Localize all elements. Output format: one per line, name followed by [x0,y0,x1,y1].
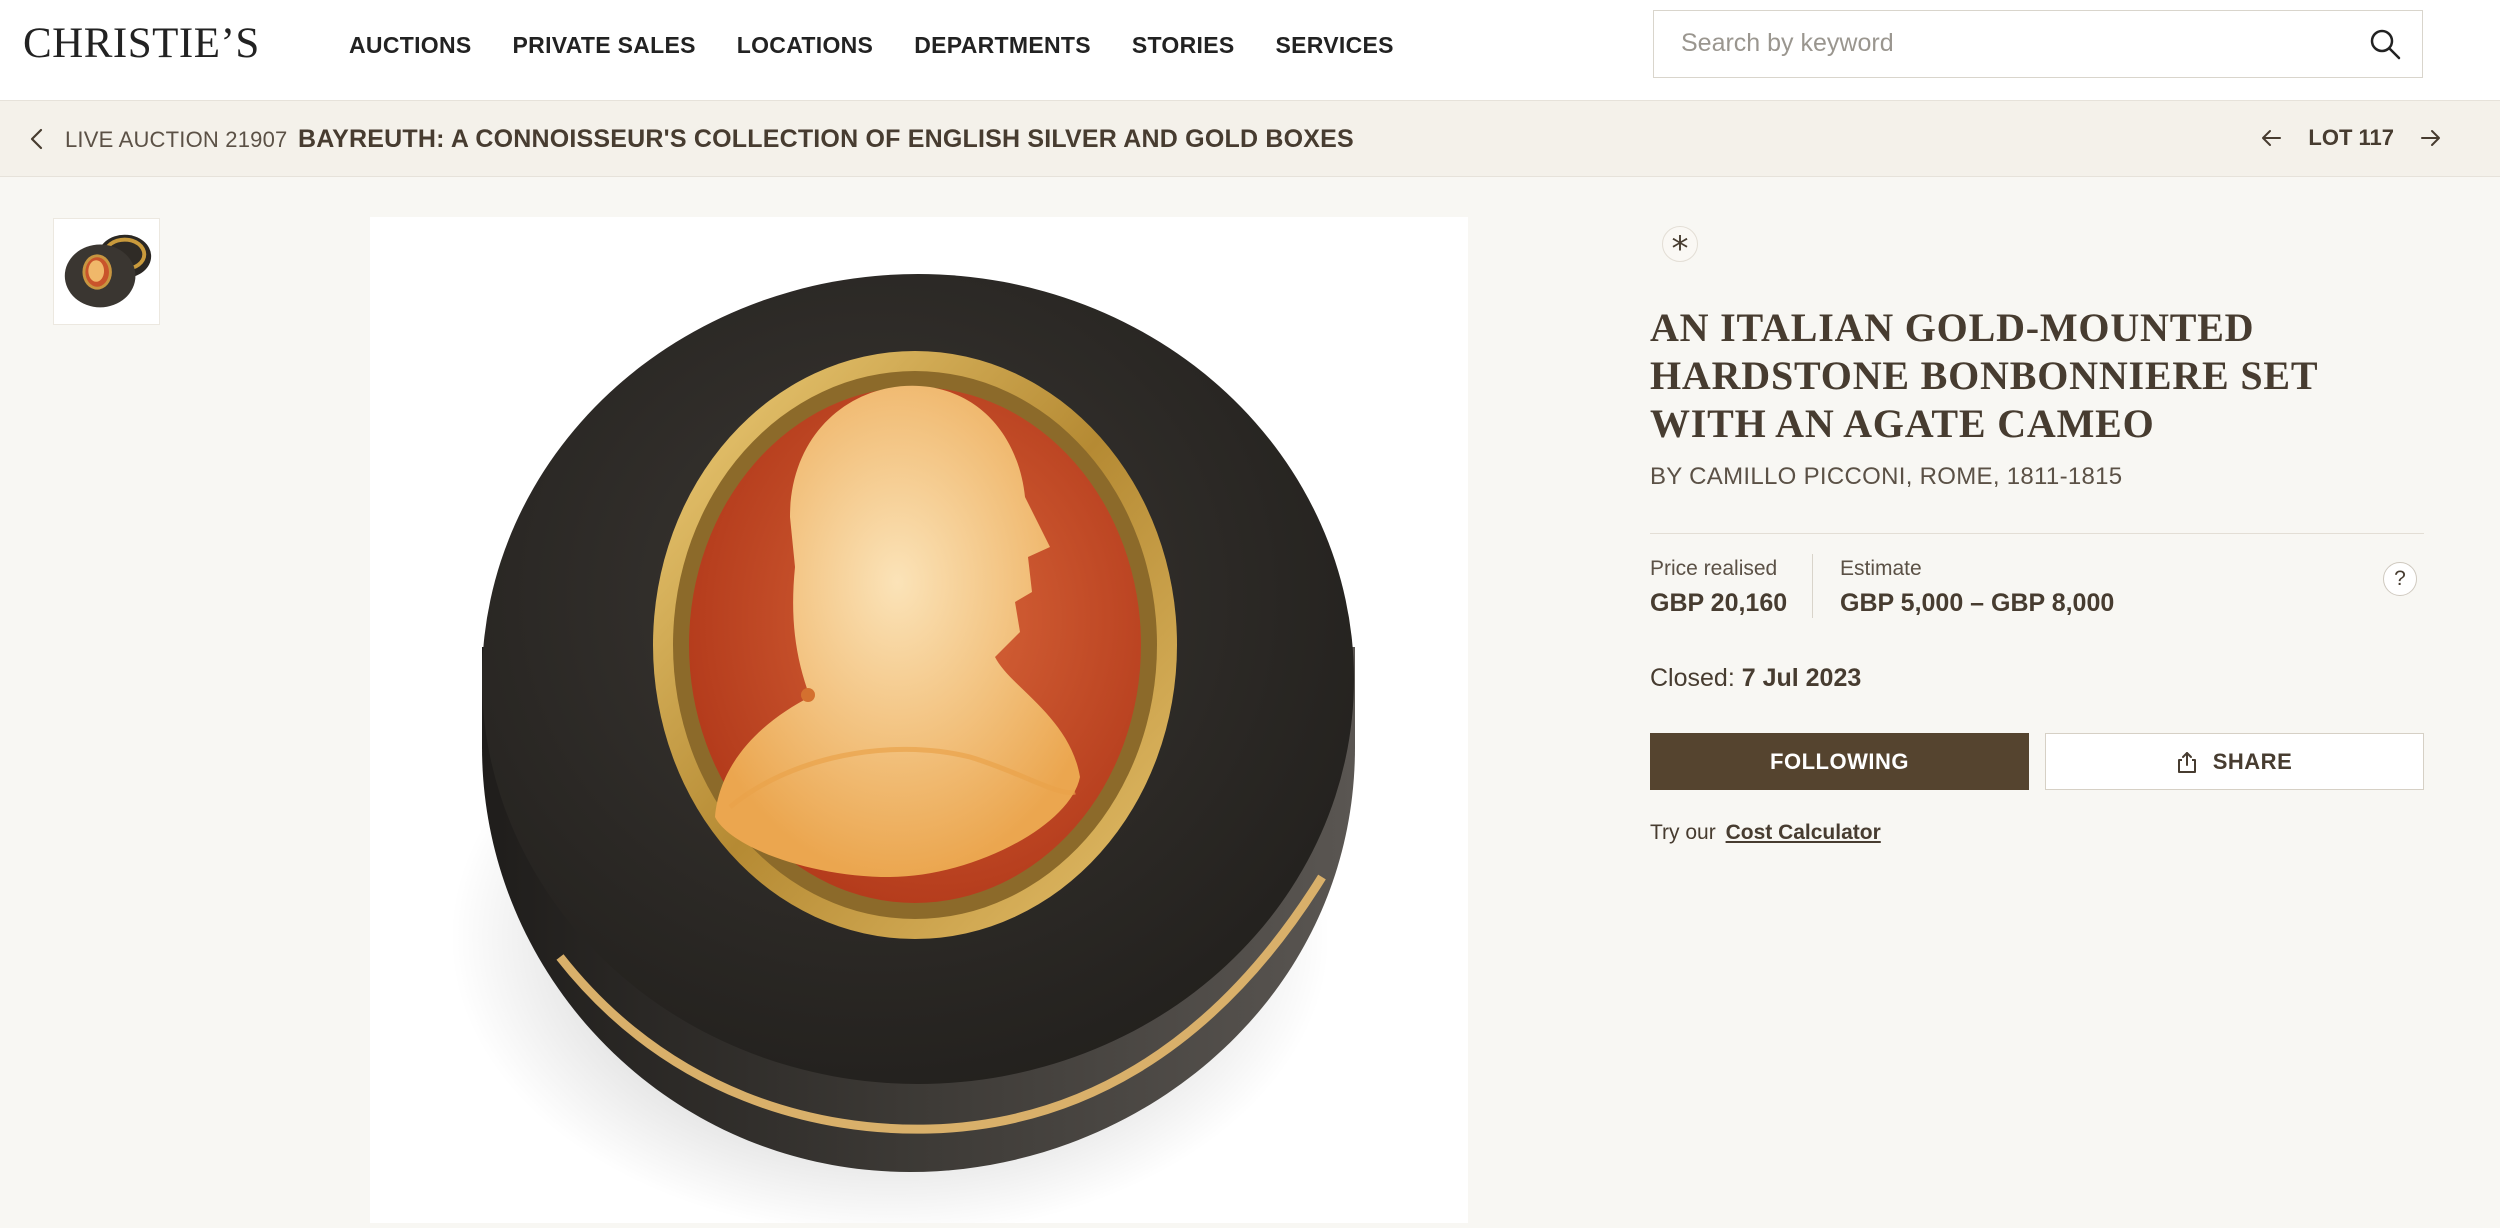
nav-services[interactable]: SERVICES [1276,30,1394,60]
lot-symbol-badge[interactable]: * [1662,226,1698,269]
chevron-left-icon[interactable] [26,127,48,151]
nav-locations[interactable]: LOCATIONS [737,30,873,60]
following-button[interactable]: FOLLOWING [1650,733,2029,790]
lot-title: AN ITALIAN GOLD-MOUNTED HARDSTONE BONBON… [1650,305,2318,446]
closed-date-line: Closed: 7 Jul 2023 [1650,662,1861,694]
cost-calculator-line: Try our Cost Calculator [1650,819,1881,847]
nav-stories[interactable]: STORIES [1132,30,1235,60]
main-nav: AUCTIONS PRIVATE SALES LOCATIONS DEPARTM… [349,30,1435,60]
following-label: FOLLOWING [1770,748,1909,774]
share-button[interactable]: SHARE [2045,733,2424,790]
divider [1650,533,2424,534]
lot-main-image[interactable] [370,217,1468,1228]
estimate: Estimate GBP 5,000 – GBP 8,000 [1840,556,2114,620]
search-box [1653,10,2423,78]
cost-calculator-link[interactable]: Cost Calculator [1726,821,1881,844]
nav-departments[interactable]: DEPARTMENTS [914,30,1091,60]
christies-logo[interactable]: CHRISTIE’S [23,20,260,68]
price-value: GBP 20,160 [1650,589,1788,617]
nav-auctions[interactable]: AUCTIONS [349,30,472,60]
arrow-right-icon[interactable] [2418,126,2442,150]
price-separator [1812,554,1813,618]
auction-bar: LIVE AUCTION 21907 BAYREUTH: A CONNOISSE… [0,101,2500,177]
estimate-label: Estimate [1840,557,1922,580]
site-header: CHRISTIE’S AUCTIONS PRIVATE SALES LOCATI… [0,0,2500,101]
lot-maker: BY CAMILLO PICCONI, ROME, 1811-1815 [1650,463,2123,490]
auction-breadcrumb[interactable]: LIVE AUCTION 21907 BAYREUTH: A CONNOISSE… [65,124,1354,158]
closed-label: Closed: [1650,664,1735,692]
auction-number: LIVE AUCTION 21907 [65,127,288,152]
price-label: Price realised [1650,557,1778,580]
estimate-value: GBP 5,000 – GBP 8,000 [1840,589,2115,617]
search-input[interactable] [1654,11,2354,76]
cost-prefix: Try our [1650,821,1716,844]
question-icon[interactable]: ? [2383,562,2417,596]
share-icon [2177,751,2196,773]
lot-navigation: LOT 117 [2260,123,2442,153]
thumbnail-image[interactable] [53,218,160,325]
arrow-left-icon[interactable] [2260,126,2284,150]
lot-number: LOT 117 [2308,125,2394,150]
price-realised: Price realised GBP 20,160 [1650,556,1787,620]
auction-title: BAYREUTH: A CONNOISSEUR'S COLLECTION OF … [297,125,1354,153]
share-label: SHARE [2212,748,2293,774]
search-icon[interactable] [2368,27,2402,61]
nav-private-sales[interactable]: PRIVATE SALES [513,30,696,60]
closed-date: 7 Jul 2023 [1741,664,1862,692]
